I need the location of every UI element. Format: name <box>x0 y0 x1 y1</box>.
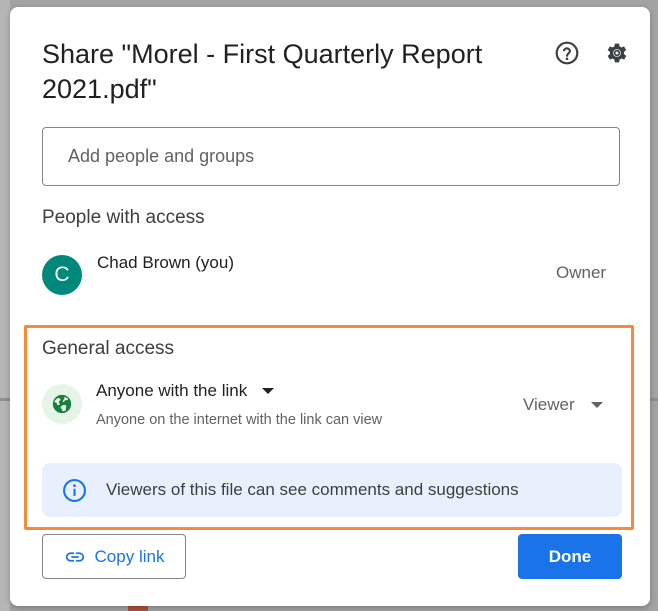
link-icon <box>65 551 84 562</box>
general-access-heading: General access <box>42 338 175 359</box>
chevron-down-icon <box>262 388 275 394</box>
chevron-down-icon <box>590 402 603 408</box>
access-level-label: Anyone with the link <box>96 381 248 400</box>
add-people-input[interactable] <box>42 127 620 186</box>
help-circle-icon[interactable] <box>554 40 580 66</box>
info-banner-text: Viewers of this file can see comments an… <box>106 480 519 499</box>
share-dialog: Share "Morel - First Quarterly Report 20… <box>10 7 650 606</box>
globe-icon-badge <box>42 384 82 424</box>
general-access-dropdown[interactable]: Anyone with the link <box>96 381 275 401</box>
info-icon <box>63 479 86 502</box>
globe-icon <box>52 394 72 414</box>
copy-link-label: Copy link <box>94 546 165 566</box>
copy-link-button[interactable]: Copy link <box>42 534 186 579</box>
avatar: C <box>42 255 82 295</box>
owner-role-label: Owner <box>556 263 607 282</box>
info-banner: Viewers of this file can see comments an… <box>42 463 622 517</box>
role-label: Viewer <box>523 395 575 414</box>
done-button[interactable]: Done <box>518 534 622 579</box>
people-with-access-heading: People with access <box>42 207 205 228</box>
gear-icon[interactable] <box>604 40 630 66</box>
background-document-edge <box>0 0 10 611</box>
person-name: Chad Brown (you) <box>97 253 235 272</box>
dialog-title: Share "Morel - First Quarterly Report 20… <box>42 39 483 104</box>
access-description: Anyone on the internet with the link can… <box>96 412 383 428</box>
background-file-thumbnail <box>128 606 148 611</box>
role-dropdown[interactable]: Viewer <box>523 395 603 415</box>
